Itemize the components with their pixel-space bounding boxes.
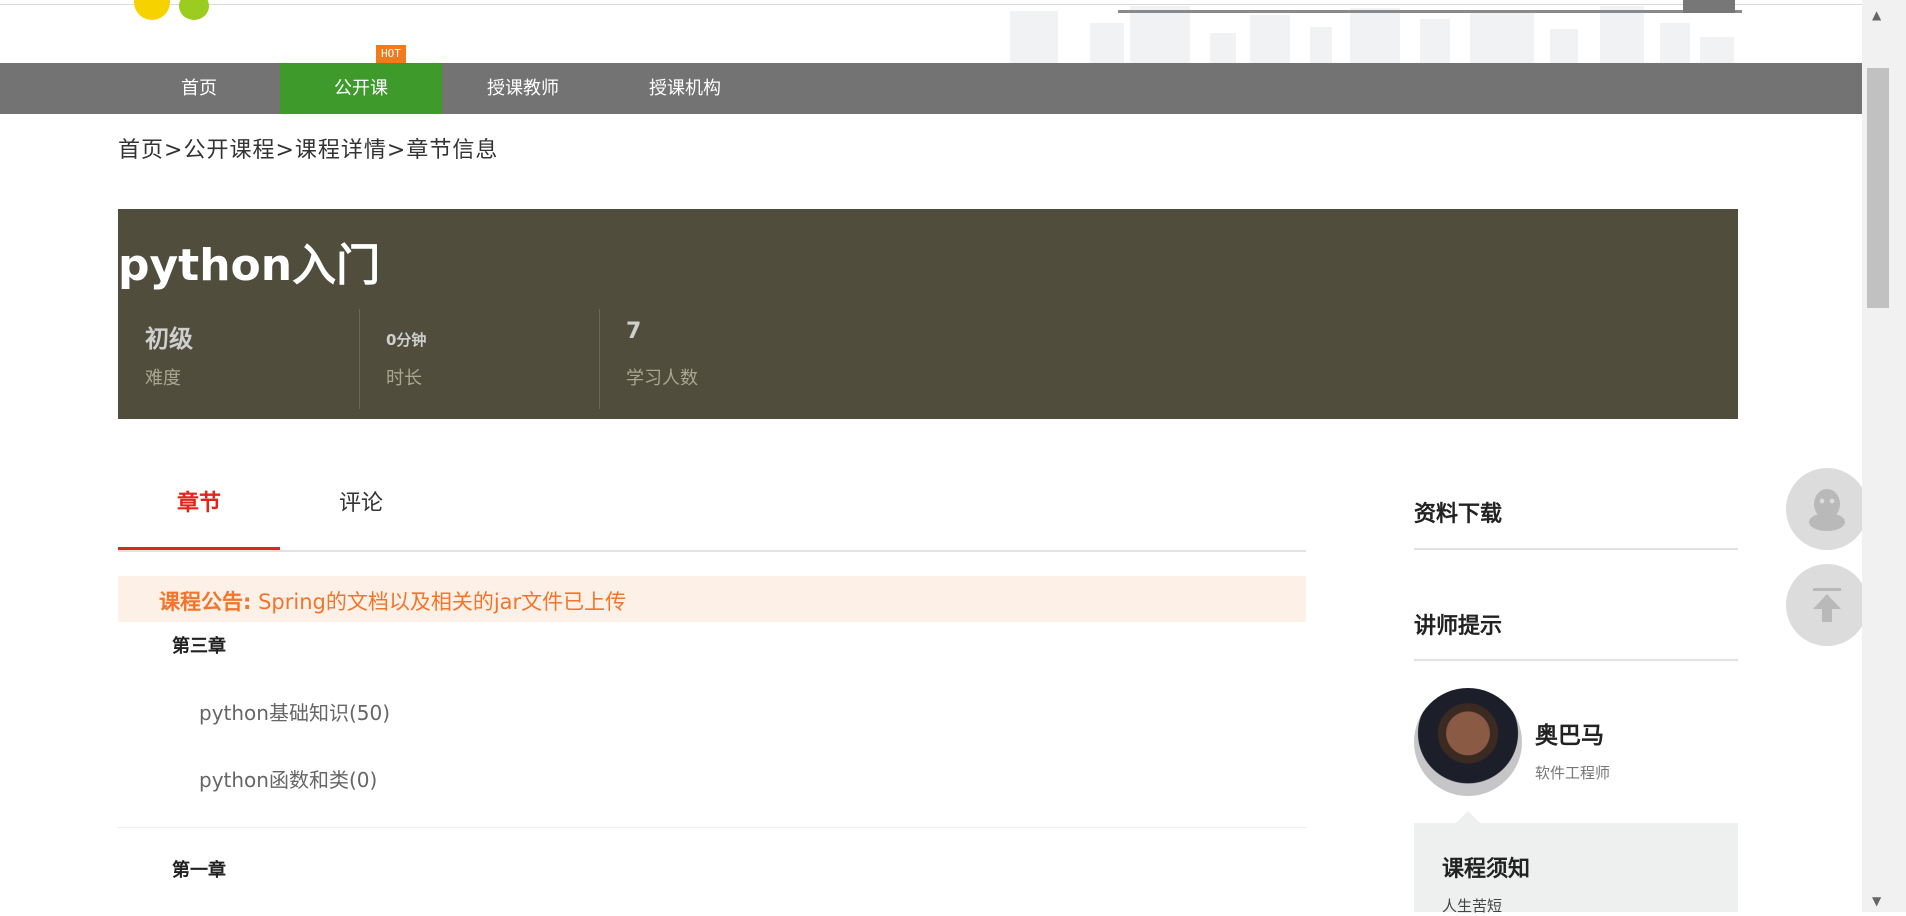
content-tabs: 章节 评论: [118, 470, 1306, 552]
teacher-avatar: [1414, 688, 1522, 796]
search-input[interactable]: [1118, 0, 1742, 13]
stat-value: 0分钟: [386, 331, 427, 349]
stat-label: 学习人数: [626, 368, 698, 389]
chapter-title: 第三章: [172, 636, 226, 657]
tab-comments[interactable]: 评论: [280, 470, 442, 548]
course-notice: 课程公告: Spring的文档以及相关的jar文件已上传: [118, 576, 1306, 622]
stat-value: 初级: [145, 325, 193, 353]
breadcrumb: 首页>公开课程>课程详情>章节信息: [118, 132, 498, 164]
breadcrumb-separator: >: [275, 138, 295, 163]
main-nav: 首页 公开课 授课教师 授课机构: [0, 63, 1862, 114]
notice-label: 课程公告:: [159, 590, 252, 614]
city-skyline-decoration: [1010, 6, 1738, 63]
teacher-role: 软件工程师: [1535, 764, 1611, 782]
breadcrumb-separator: >: [164, 138, 184, 163]
scroll-up-arrow-icon[interactable]: ▲: [1872, 8, 1881, 22]
stat-difficulty: 初级 难度: [118, 309, 358, 409]
search-button[interactable]: [1683, 0, 1735, 13]
lesson-link[interactable]: python基础知识(50): [199, 697, 390, 726]
stat-label: 难度: [145, 368, 181, 389]
nav-item-open-courses[interactable]: 公开课: [280, 63, 442, 114]
back-to-top-icon: [1813, 588, 1841, 622]
chapter-divider: [118, 827, 1306, 828]
nav-item-home[interactable]: 首页: [118, 63, 280, 114]
breadcrumb-open-courses[interactable]: 公开课程: [183, 138, 275, 163]
stat-learners: 7 学习人数: [599, 309, 839, 409]
teacher-name: 奥巴马: [1535, 723, 1604, 749]
logo-green-dot: [179, 0, 209, 20]
sidebar-divider: [1414, 659, 1738, 661]
notice-box-pointer: [1456, 811, 1480, 823]
stat-divider: [599, 309, 600, 409]
lesson-link[interactable]: python函数和类(0): [199, 764, 377, 793]
sidebar-divider: [1414, 548, 1738, 550]
course-banner: python入门 初级 难度 0分钟 时长 7 学习人数: [118, 209, 1738, 419]
breadcrumb-chapter-info: 章节信息: [406, 138, 499, 163]
teacher-tip-title: 讲师提示: [1414, 614, 1503, 639]
qq-contact-button[interactable]: [1786, 468, 1868, 550]
qq-icon: [1809, 489, 1845, 531]
breadcrumb-home[interactable]: 首页: [118, 138, 164, 163]
site-header: [0, 0, 1862, 63]
stat-duration: 0分钟 时长: [359, 309, 599, 409]
course-requirements-title: 课程须知: [1442, 857, 1531, 882]
logo-yellow-dot: [134, 0, 170, 20]
download-section-title: 资料下载: [1414, 502, 1503, 527]
course-requirements-text: 人生苦短: [1442, 897, 1503, 915]
scroll-down-arrow-icon[interactable]: ▼: [1872, 894, 1881, 908]
hot-badge: HOT: [376, 45, 406, 63]
stat-divider: [359, 309, 360, 409]
breadcrumb-course-detail[interactable]: 课程详情: [295, 138, 387, 163]
nav-item-institutions[interactable]: 授课机构: [604, 63, 766, 114]
course-requirements-box: 课程须知 人生苦短: [1414, 823, 1738, 915]
notice-text: Spring的文档以及相关的jar文件已上传: [251, 590, 627, 614]
breadcrumb-separator: >: [386, 138, 407, 163]
tab-chapters[interactable]: 章节: [118, 470, 280, 550]
back-to-top-button[interactable]: [1786, 564, 1868, 646]
nav-item-teachers[interactable]: 授课教师: [442, 63, 604, 114]
stat-label: 时长: [386, 368, 422, 389]
course-title: python入门: [118, 240, 381, 291]
scrollbar-thumb[interactable]: [1867, 68, 1889, 308]
stat-value: 7: [626, 319, 642, 344]
chapter-title: 第一章: [172, 860, 226, 881]
